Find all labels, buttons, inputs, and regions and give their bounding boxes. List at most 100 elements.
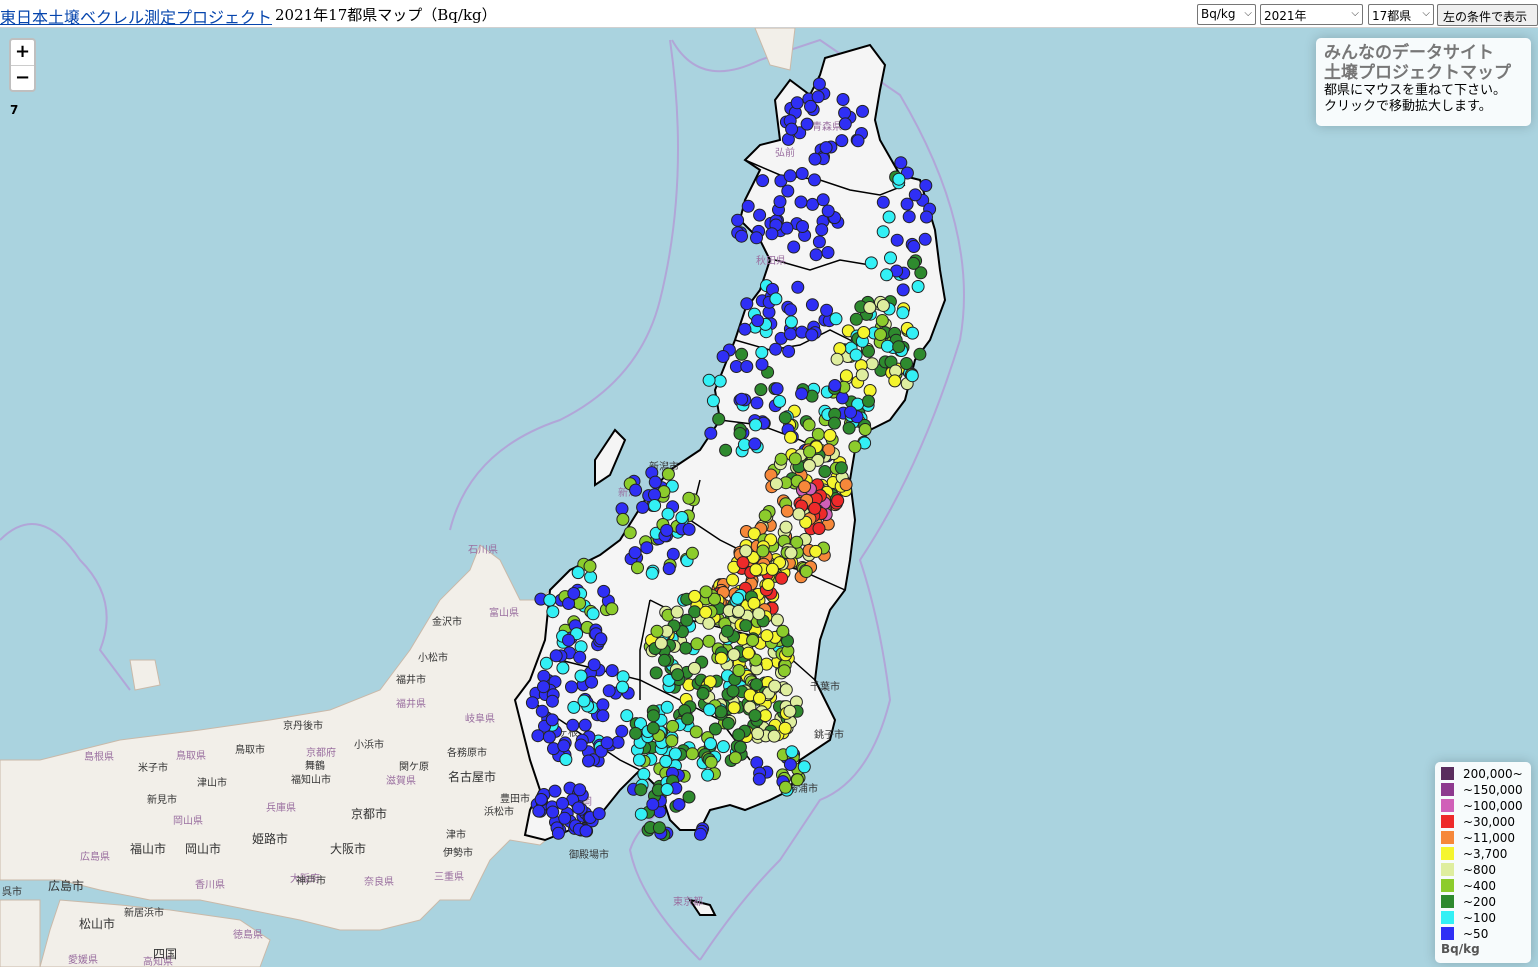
measurement-dot[interactable] — [896, 283, 910, 297]
measurement-dot[interactable] — [865, 357, 879, 371]
measurement-dot[interactable] — [629, 483, 643, 497]
measurement-dot[interactable] — [701, 768, 715, 782]
measurement-dot[interactable] — [751, 314, 765, 328]
measurement-dot[interactable] — [773, 394, 787, 408]
measurement-dot[interactable] — [839, 369, 853, 383]
measurement-dot[interactable] — [779, 683, 793, 697]
measurement-dot[interactable] — [573, 650, 587, 664]
measurement-dot[interactable] — [783, 758, 797, 771]
measurement-dot[interactable] — [735, 392, 749, 406]
measurement-dot[interactable] — [796, 220, 809, 233]
measurement-dot[interactable] — [791, 280, 805, 294]
measurement-dot[interactable] — [739, 544, 753, 558]
measurement-dot[interactable] — [616, 680, 629, 694]
measurement-dot[interactable] — [596, 709, 610, 723]
measurement-dot[interactable] — [648, 499, 662, 512]
measurement-dot[interactable] — [809, 248, 823, 262]
measurement-dot[interactable] — [780, 504, 794, 518]
measurement-dot[interactable] — [714, 705, 728, 719]
measurement-dot[interactable] — [777, 664, 791, 678]
measurement-dot[interactable] — [636, 500, 650, 514]
measurement-dot[interactable] — [726, 684, 740, 698]
measurement-dot[interactable] — [785, 122, 799, 136]
measurement-dot[interactable] — [637, 767, 651, 781]
measurement-dot[interactable] — [756, 544, 770, 558]
measurement-dot[interactable] — [662, 562, 676, 576]
measurement-dot[interactable] — [545, 713, 559, 727]
measurement-dot[interactable] — [652, 821, 666, 835]
measurement-dot[interactable] — [531, 729, 545, 743]
measurement-dot[interactable] — [661, 467, 675, 481]
measurement-dot[interactable] — [741, 646, 755, 660]
measurement-dot[interactable] — [835, 134, 849, 148]
measurement-dot[interactable] — [784, 327, 797, 341]
measurement-dot[interactable] — [800, 117, 814, 131]
measurement-dot[interactable] — [884, 251, 897, 265]
measurement-dot[interactable] — [779, 780, 792, 794]
measurement-dot[interactable] — [809, 544, 823, 558]
measurement-dot[interactable] — [849, 312, 863, 326]
measurement-dot[interactable] — [594, 632, 608, 646]
measurement-dot[interactable] — [546, 605, 560, 619]
measurement-dot[interactable] — [596, 698, 610, 712]
measurement-dot[interactable] — [670, 605, 684, 619]
measurement-dot[interactable] — [842, 421, 856, 435]
measurement-dot[interactable] — [828, 379, 842, 392]
measurement-dot[interactable] — [732, 728, 746, 742]
measurement-dot[interactable] — [876, 299, 890, 312]
measurement-dot[interactable] — [881, 339, 894, 353]
measurement-dot[interactable] — [682, 790, 696, 804]
measurement-dot[interactable] — [858, 423, 872, 436]
measurement-dot[interactable] — [905, 369, 919, 383]
measurement-dot[interactable] — [864, 256, 878, 270]
measurement-dot[interactable] — [720, 624, 734, 638]
measurement-dot[interactable] — [660, 700, 674, 714]
measurement-dot[interactable] — [776, 624, 790, 638]
measurement-dot[interactable] — [605, 602, 619, 616]
measurement-dot[interactable] — [702, 616, 716, 630]
measurement-dot[interactable] — [675, 511, 689, 524]
measurement-dot[interactable] — [654, 636, 668, 650]
measurement-dot[interactable] — [671, 668, 685, 682]
measurement-dot[interactable] — [535, 704, 549, 718]
measurement-dot[interactable] — [768, 679, 782, 693]
measurement-dot[interactable] — [685, 747, 699, 761]
measurement-dot[interactable] — [579, 824, 593, 838]
measurement-dot[interactable] — [784, 315, 798, 329]
measurement-dot[interactable] — [632, 753, 646, 767]
measurement-dot[interactable] — [830, 352, 844, 366]
measurement-dot[interactable] — [699, 605, 713, 619]
measurement-dot[interactable] — [634, 783, 648, 797]
measurement-dot[interactable] — [920, 210, 933, 224]
measurement-dot[interactable] — [778, 721, 792, 735]
measurement-dot[interactable] — [818, 465, 832, 478]
zoom-in-button[interactable]: + — [11, 40, 34, 66]
measurement-dot[interactable] — [572, 801, 585, 815]
measurement-dot[interactable] — [765, 562, 779, 576]
measurement-dot[interactable] — [749, 418, 763, 432]
site-link[interactable]: 東日本土壌ベクレル測定プロジェクト — [0, 4, 272, 28]
measurement-dot[interactable] — [806, 197, 819, 211]
measurement-dot[interactable] — [811, 427, 825, 441]
measurement-dot[interactable] — [779, 520, 793, 534]
measurement-dot[interactable] — [716, 740, 730, 754]
measurement-dot[interactable] — [769, 477, 783, 491]
measurement-dot[interactable] — [646, 721, 660, 735]
measurement-dot[interactable] — [585, 675, 599, 689]
measurement-dot[interactable] — [820, 303, 834, 317]
measurement-dot[interactable] — [855, 368, 869, 382]
measurement-dot[interactable] — [551, 826, 565, 840]
measurement-dot[interactable] — [769, 342, 783, 356]
measurement-dot[interactable] — [611, 735, 625, 749]
measurement-dot[interactable] — [863, 384, 877, 397]
measurement-dot[interactable] — [918, 232, 932, 246]
measurement-dot[interactable] — [754, 383, 768, 397]
unit-select[interactable]: Bq/kg ⌵ — [1197, 4, 1256, 25]
measurement-dot[interactable] — [788, 452, 802, 466]
measurement-dot[interactable] — [753, 208, 767, 222]
measurement-dot[interactable] — [665, 734, 679, 748]
measurement-dot[interactable] — [750, 231, 763, 245]
measurement-dot[interactable] — [556, 796, 569, 810]
measurement-dot[interactable] — [785, 745, 799, 759]
measurement-dot[interactable] — [892, 172, 906, 186]
